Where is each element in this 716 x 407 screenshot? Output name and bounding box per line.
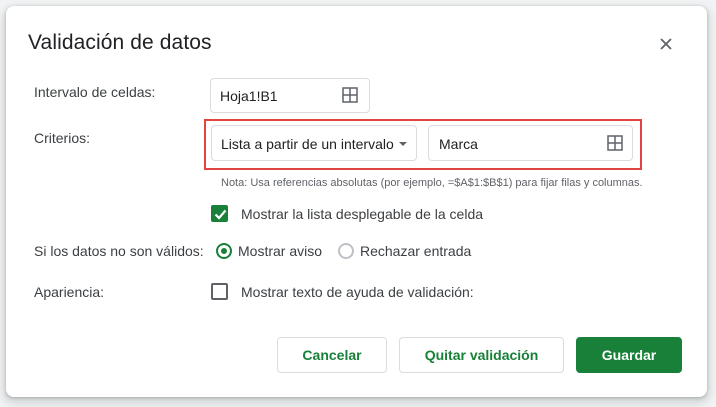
cancel-button[interactable]: Cancelar: [277, 337, 387, 373]
data-validation-dialog: Validación de datos Intervalo de celdas:…: [6, 6, 707, 397]
remove-validation-button[interactable]: Quitar validación: [399, 337, 564, 373]
grid-select-icon[interactable]: [607, 135, 623, 151]
criteria-label: Criterios:: [34, 130, 91, 146]
radio-show-warning[interactable]: [216, 243, 232, 259]
show-dropdown-checkbox[interactable]: [211, 205, 228, 222]
grid-select-icon[interactable]: [342, 87, 358, 103]
range-value: Hoja1!B1: [220, 88, 278, 104]
reject-input-label: Rechazar entrada: [360, 243, 472, 259]
range-label: Intervalo de celdas:: [34, 84, 156, 100]
range-input[interactable]: Hoja1!B1: [210, 78, 370, 113]
criteria-range-input[interactable]: Marca: [428, 125, 633, 161]
criteria-type-value: Lista a partir de un intervalo: [221, 136, 394, 152]
save-button[interactable]: Guardar: [576, 337, 682, 373]
radio-reject-input[interactable]: [338, 243, 354, 259]
help-text-checkbox[interactable]: [211, 283, 228, 300]
close-icon: [660, 38, 672, 50]
invalid-data-label: Si los datos no son válidos:: [34, 243, 204, 259]
help-text-label: Mostrar texto de ayuda de validación:: [241, 284, 474, 300]
close-button[interactable]: [654, 32, 678, 56]
criteria-range-value: Marca: [439, 136, 478, 152]
show-dropdown-label: Mostrar la lista desplegable de la celda: [241, 206, 484, 222]
show-warning-label: Mostrar aviso: [238, 243, 323, 259]
criteria-type-select[interactable]: Lista a partir de un intervalo: [211, 125, 417, 161]
appearance-label: Apariencia:: [34, 284, 105, 300]
chevron-down-icon: [399, 142, 407, 146]
checkmark-icon: [214, 209, 227, 220]
dialog-title: Validación de datos: [28, 31, 212, 54]
criteria-note: Nota: Usa referencias absolutas (por eje…: [221, 177, 643, 189]
